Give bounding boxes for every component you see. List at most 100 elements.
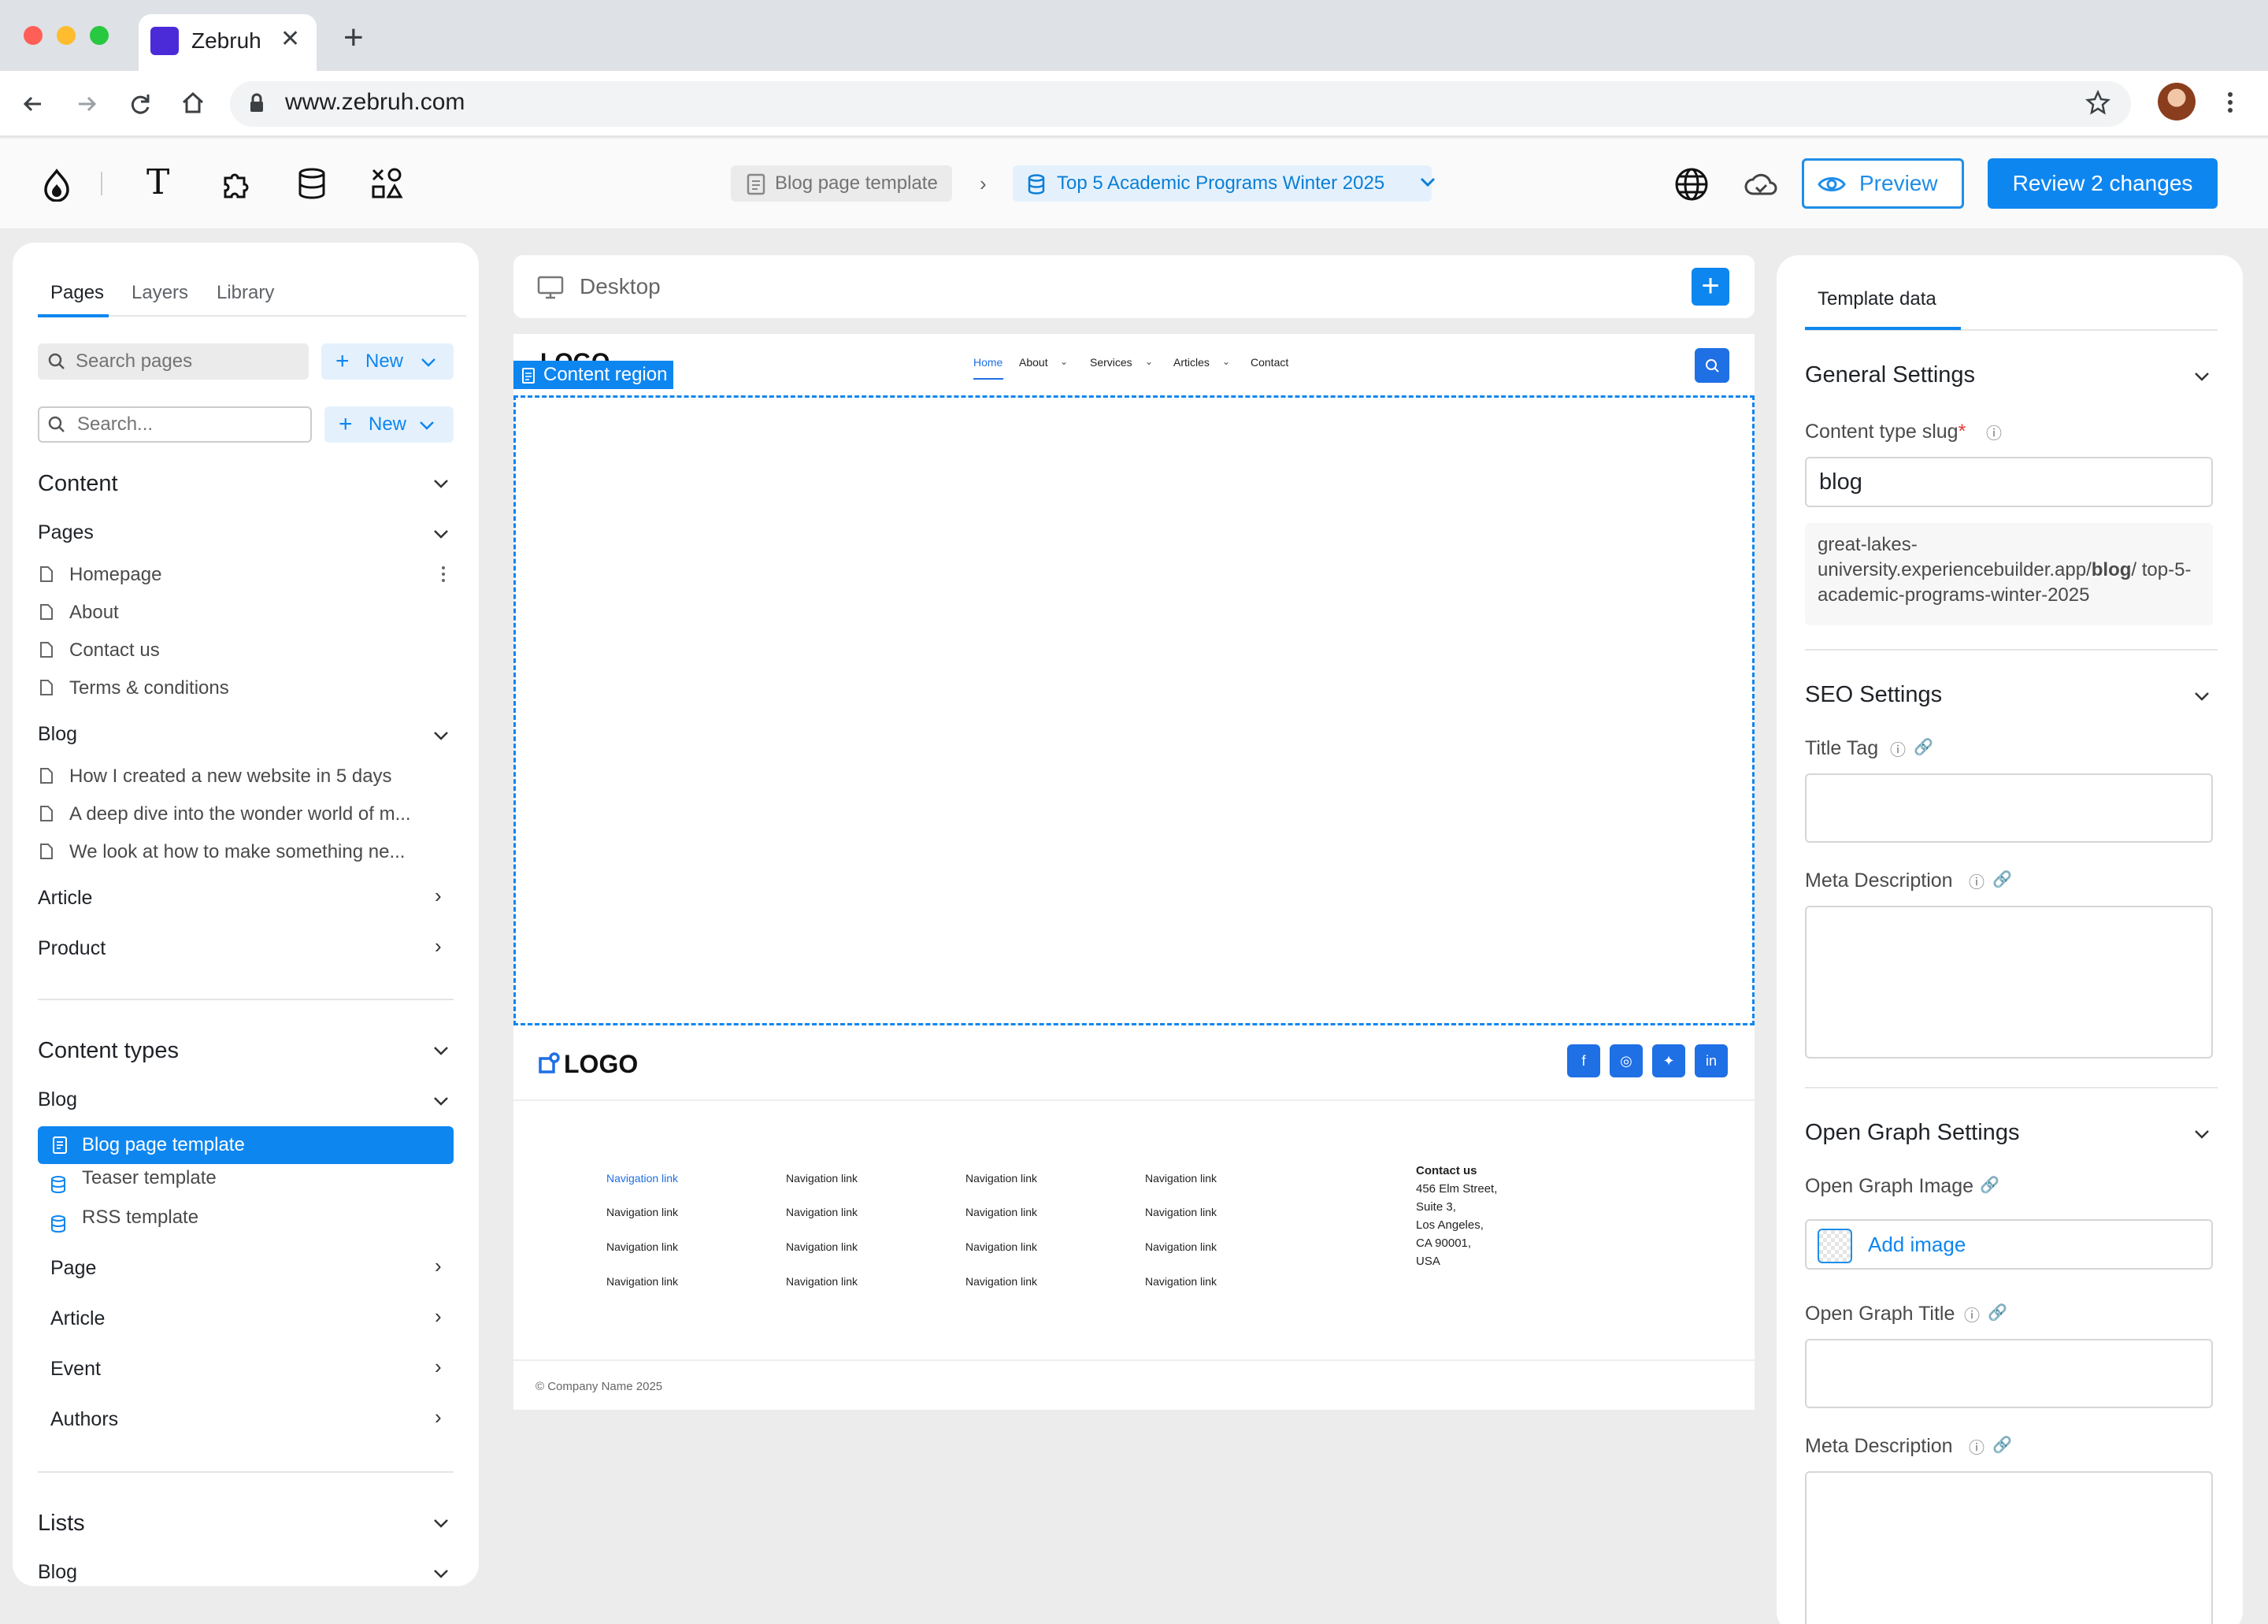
brand-logo-icon[interactable] xyxy=(41,169,72,202)
ct-group-page[interactable]: Page xyxy=(50,1257,96,1280)
footer-logo[interactable]: LOGO xyxy=(564,1050,638,1079)
header-logo[interactable]: LOGO xyxy=(540,347,610,361)
meta-description-textarea[interactable] xyxy=(1805,906,2213,1059)
content-heading[interactable]: Content xyxy=(38,471,118,497)
instagram-icon[interactable]: ◎ xyxy=(1610,1044,1643,1077)
footer-nav-link[interactable]: Navigation link xyxy=(786,1206,858,1218)
footer-nav-link[interactable]: Navigation link xyxy=(1145,1172,1217,1185)
lists-blog-group[interactable]: Blog xyxy=(38,1561,77,1584)
pages-group[interactable]: Pages xyxy=(38,521,94,544)
general-settings-heading[interactable]: General Settings xyxy=(1805,362,1975,388)
home-icon[interactable] xyxy=(180,90,206,117)
help-icon[interactable]: ⓘ xyxy=(1969,1435,1984,1458)
database-icon[interactable] xyxy=(296,167,328,200)
chevron-right-icon[interactable]: › xyxy=(435,884,442,908)
more-options-icon[interactable] xyxy=(441,565,446,583)
address-bar[interactable] xyxy=(230,81,2131,127)
nav-home[interactable]: Home xyxy=(973,356,1002,369)
site-search-button[interactable] xyxy=(1695,348,1729,383)
browser-menu-icon[interactable] xyxy=(2225,90,2235,115)
ct-blog-group[interactable]: Blog xyxy=(38,1088,77,1111)
footer-nav-link[interactable]: Navigation link xyxy=(965,1240,1037,1253)
ct-group-authors[interactable]: Authors xyxy=(50,1408,118,1431)
linkedin-icon[interactable]: in xyxy=(1695,1044,1728,1077)
reload-icon[interactable] xyxy=(128,91,153,117)
chevron-down-icon[interactable] xyxy=(433,1569,449,1578)
chevron-right-icon[interactable]: › xyxy=(435,934,442,958)
article-group[interactable]: Article xyxy=(38,887,92,910)
lists-heading[interactable]: Lists xyxy=(38,1511,85,1537)
link-icon[interactable]: 🔗 xyxy=(1992,869,2012,889)
components-puzzle-icon[interactable] xyxy=(220,167,254,200)
footer-nav-link[interactable]: Navigation link xyxy=(606,1275,678,1288)
footer-nav-link[interactable]: Navigation link xyxy=(965,1172,1037,1185)
list-item[interactable]: We look at how to make something ne... xyxy=(38,841,405,863)
content-types-heading[interactable]: Content types xyxy=(38,1038,179,1064)
footer-nav-link[interactable]: Navigation link xyxy=(786,1240,858,1253)
link-icon[interactable]: 🔗 xyxy=(1914,737,1933,757)
link-icon[interactable]: 🔗 xyxy=(1992,1435,2012,1455)
nav-services[interactable]: Services xyxy=(1090,356,1132,369)
close-window-button[interactable] xyxy=(24,26,43,45)
ct-group-article[interactable]: Article xyxy=(50,1307,105,1330)
chevron-right-icon[interactable]: › xyxy=(435,1254,442,1278)
ct-group-event[interactable]: Event xyxy=(50,1358,101,1381)
chevron-down-icon[interactable] xyxy=(2194,372,2210,381)
shapes-icon[interactable] xyxy=(370,167,403,200)
breadcrumb-item-selector[interactable]: Top 5 Academic Programs Winter 2025 xyxy=(1013,165,1432,202)
open-graph-heading[interactable]: Open Graph Settings xyxy=(1805,1120,2019,1146)
link-icon[interactable]: 🔗 xyxy=(1988,1303,2007,1322)
search-pages-input[interactable]: Search pages xyxy=(38,343,309,380)
review-changes-button[interactable]: Review 2 changes xyxy=(1988,158,2218,209)
profile-avatar[interactable] xyxy=(2158,83,2196,121)
forward-icon[interactable] xyxy=(74,91,99,117)
seo-settings-heading[interactable]: SEO Settings xyxy=(1805,682,1942,708)
chevron-down-icon[interactable] xyxy=(433,1046,449,1055)
footer-nav-link[interactable]: Navigation link xyxy=(1145,1240,1217,1253)
tab-pages[interactable]: Pages xyxy=(50,282,104,304)
list-item[interactable]: A deep dive into the wonder world of m..… xyxy=(38,803,411,825)
help-icon[interactable]: ⓘ xyxy=(1964,1303,1980,1326)
footer-nav-link[interactable]: Navigation link xyxy=(1145,1206,1217,1218)
cloud-sync-icon[interactable] xyxy=(1744,170,1778,198)
nav-articles[interactable]: Articles xyxy=(1173,356,1210,369)
footer-nav-link[interactable]: Navigation link xyxy=(1145,1275,1217,1288)
chevron-down-icon[interactable] xyxy=(2194,1129,2210,1139)
tab-layers[interactable]: Layers xyxy=(132,282,188,304)
chevron-right-icon[interactable]: › xyxy=(435,1405,442,1429)
chevron-down-icon[interactable] xyxy=(433,479,449,488)
new-tab-icon[interactable]: + xyxy=(343,20,364,55)
ct-item-blog-page-template[interactable]: Blog page template xyxy=(38,1126,454,1164)
device-label[interactable]: Desktop xyxy=(580,274,661,299)
list-item[interactable]: Homepage xyxy=(38,564,161,586)
content-region-dropzone[interactable] xyxy=(513,395,1755,1025)
minimize-window-button[interactable] xyxy=(57,26,76,45)
tab-template-data[interactable]: Template data xyxy=(1818,288,1936,310)
product-group[interactable]: Product xyxy=(38,937,106,960)
chevron-down-icon[interactable] xyxy=(1419,176,1436,187)
maximize-window-button[interactable] xyxy=(90,26,109,45)
bookmark-star-icon[interactable] xyxy=(2085,90,2110,115)
search-input[interactable]: Search... xyxy=(38,406,312,443)
content-region-label[interactable]: Content region xyxy=(513,361,674,389)
list-item[interactable]: Terms & conditions xyxy=(38,677,229,699)
blog-group[interactable]: Blog xyxy=(38,723,77,746)
chevron-right-icon[interactable]: › xyxy=(435,1355,442,1379)
og-title-input[interactable] xyxy=(1805,1339,2213,1408)
twitter-icon[interactable]: ✦ xyxy=(1652,1044,1685,1077)
help-icon[interactable]: ⓘ xyxy=(1969,869,1984,892)
footer-nav-link[interactable]: Navigation link xyxy=(965,1206,1037,1218)
footer-nav-link[interactable]: Navigation link xyxy=(606,1172,678,1185)
nav-contact[interactable]: Contact xyxy=(1251,356,1288,369)
tab-library[interactable]: Library xyxy=(217,282,274,304)
browser-tab[interactable]: Zebruh ✕ xyxy=(139,14,317,71)
slug-input[interactable] xyxy=(1805,457,2213,507)
footer-nav-link[interactable]: Navigation link xyxy=(606,1240,678,1253)
footer-nav-link[interactable]: Navigation link xyxy=(786,1275,858,1288)
footer-nav-link[interactable]: Navigation link xyxy=(606,1206,678,1218)
help-icon[interactable]: ⓘ xyxy=(1986,421,2002,443)
title-tag-input[interactable] xyxy=(1805,773,2213,843)
text-tool-icon[interactable]: T xyxy=(146,162,169,202)
chevron-right-icon[interactable]: › xyxy=(435,1304,442,1329)
chevron-down-icon[interactable] xyxy=(433,529,449,539)
